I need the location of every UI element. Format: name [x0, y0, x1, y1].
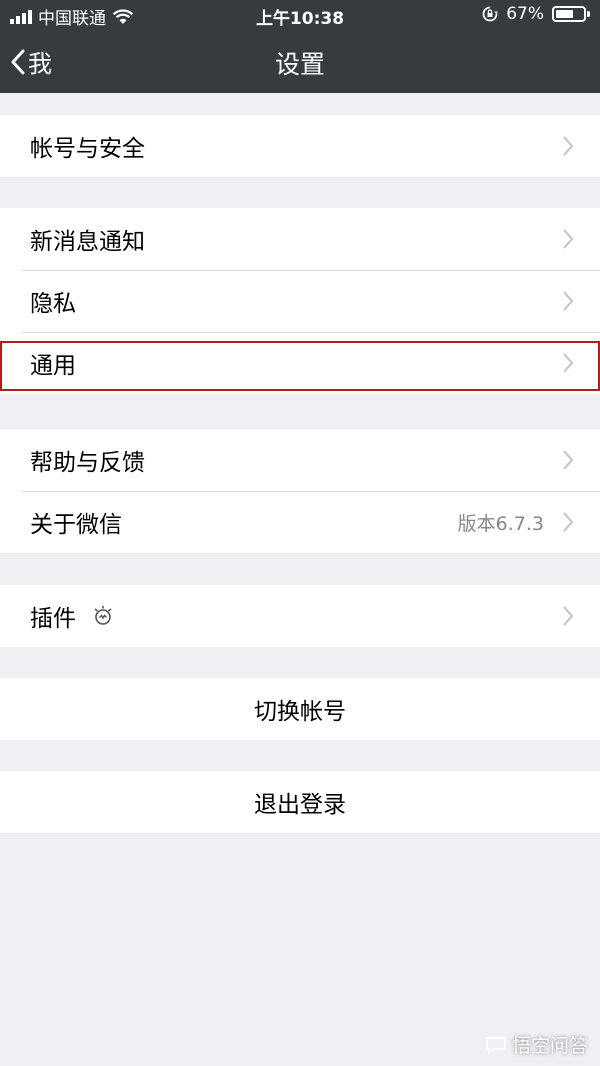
- nav-bar: 我 设置: [0, 30, 600, 93]
- settings-item-privacy[interactable]: 隐私: [0, 270, 600, 332]
- group-notifications: 新消息通知 隐私 通用: [0, 208, 600, 394]
- settings-item-general[interactable]: 通用: [0, 332, 600, 394]
- settings-item-label: 关于微信: [30, 512, 122, 538]
- settings-item-notifications[interactable]: 新消息通知: [0, 208, 600, 270]
- settings-item-label: 帐号与安全: [30, 136, 145, 162]
- status-right: 67%: [482, 4, 590, 24]
- chevron-right-icon: [563, 229, 574, 249]
- group-plugins: 插件: [0, 585, 600, 647]
- watermark: 悟空问答: [484, 1031, 588, 1058]
- settings-screen: 中国联通 上午10:38 67% 我 设置 帐号与安全 新消息通知 隐私 通用 …: [0, 0, 600, 1066]
- chevron-right-icon: [563, 353, 574, 373]
- chevron-right-icon: [563, 512, 574, 532]
- settings-item-label: 插件: [30, 606, 76, 632]
- settings-item-label: 新消息通知: [30, 229, 145, 255]
- settings-item-label: 通用: [30, 353, 76, 379]
- group-account: 帐号与安全: [0, 115, 600, 177]
- settings-item-plugins[interactable]: 插件: [0, 585, 600, 647]
- chevron-right-icon: [563, 606, 574, 626]
- plugin-bulb-icon: [94, 606, 112, 625]
- rotation-lock-icon: [482, 6, 499, 22]
- page-title: 设置: [274, 50, 325, 79]
- switch-account-label: 切换帐号: [254, 699, 346, 725]
- group-switch-account: 切换帐号: [0, 678, 600, 740]
- version-label: 版本6.7.3: [457, 512, 544, 535]
- battery-fill: [556, 10, 574, 18]
- settings-item-label: 帮助与反馈: [30, 450, 145, 476]
- top-bar: 中国联通 上午10:38 67% 我 设置: [0, 0, 600, 93]
- switch-account-button[interactable]: 切换帐号: [0, 678, 600, 740]
- status-bar: 中国联通 上午10:38 67%: [0, 0, 600, 30]
- chat-bubble-icon: [485, 1036, 506, 1055]
- chevron-right-icon: [563, 291, 574, 311]
- settings-item-about[interactable]: 关于微信 版本6.7.3: [0, 491, 600, 553]
- settings-item-label: 隐私: [30, 291, 76, 317]
- chevron-right-icon: [563, 450, 574, 470]
- battery-icon: [552, 6, 590, 22]
- settings-item-help-feedback[interactable]: 帮助与反馈: [0, 429, 600, 491]
- group-help: 帮助与反馈 关于微信 版本6.7.3: [0, 429, 600, 553]
- chevron-right-icon: [563, 136, 574, 156]
- battery-percent: 67%: [506, 4, 544, 24]
- settings-item-account-security[interactable]: 帐号与安全: [0, 115, 600, 177]
- watermark-text: 悟空问答: [511, 1035, 588, 1057]
- logout-button[interactable]: 退出登录: [0, 771, 600, 833]
- logout-label: 退出登录: [254, 792, 346, 818]
- group-logout: 退出登录: [0, 771, 600, 833]
